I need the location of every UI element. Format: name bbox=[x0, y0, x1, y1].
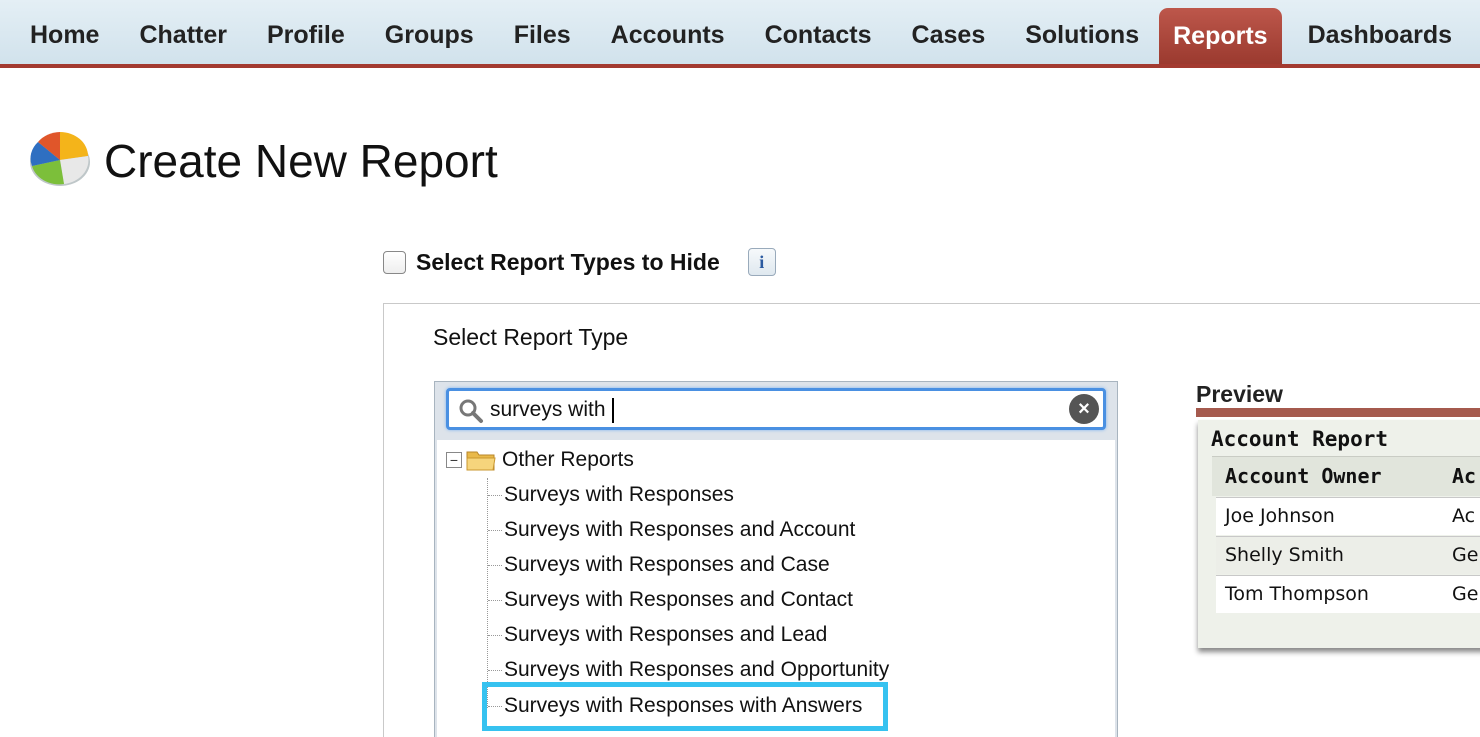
tree-item-label: Surveys with Responses and Opportunity bbox=[504, 658, 890, 681]
hide-report-types-label: Select Report Types to Hide bbox=[416, 248, 720, 275]
folder-icon bbox=[466, 451, 496, 471]
highlight-box bbox=[482, 682, 888, 731]
preview-report-name: Account Report bbox=[1211, 427, 1389, 451]
tree-item-label: Surveys with Responses and Account bbox=[504, 518, 856, 541]
tree-item-label: Surveys with Responses and Lead bbox=[504, 623, 828, 646]
preview-cell: Joe Johnson bbox=[1225, 505, 1335, 527]
tab-contacts[interactable]: Contacts bbox=[745, 8, 892, 62]
tab-profile[interactable]: Profile bbox=[247, 8, 365, 62]
preview-cell: Ac bbox=[1452, 505, 1476, 527]
tree-item[interactable]: Surveys with Responses and Account bbox=[488, 515, 855, 545]
nav-tabs: Home Chatter Profile Groups Files Accoun… bbox=[0, 8, 1472, 64]
tree-item-label: Surveys with Responses bbox=[504, 483, 734, 506]
tab-cases[interactable]: Cases bbox=[892, 8, 1006, 62]
preview-column-header: Ac bbox=[1452, 464, 1477, 488]
preview-cell: Tom Thompson bbox=[1225, 583, 1369, 605]
text-caret bbox=[612, 398, 614, 423]
tab-chatter[interactable]: Chatter bbox=[119, 8, 247, 62]
tab-groups[interactable]: Groups bbox=[365, 8, 494, 62]
preview-cell: Shelly Smith bbox=[1225, 544, 1344, 566]
preview-cell: Ge bbox=[1452, 544, 1479, 566]
collapse-icon[interactable]: − bbox=[446, 452, 462, 468]
report-pie-chart-icon bbox=[30, 132, 90, 186]
tree-item[interactable]: Surveys with Responses and Contact bbox=[488, 585, 853, 615]
preview-title: Preview bbox=[1196, 381, 1283, 407]
search-input[interactable] bbox=[490, 395, 1050, 425]
tab-solutions[interactable]: Solutions bbox=[1005, 8, 1159, 62]
search-icon bbox=[459, 399, 483, 423]
tab-reports[interactable]: Reports bbox=[1159, 8, 1282, 64]
preview-column-header: Account Owner bbox=[1225, 464, 1382, 488]
tree-folder-label: Other Reports bbox=[502, 448, 634, 471]
preview-cell: Ge bbox=[1452, 583, 1479, 605]
hide-report-types-checkbox[interactable] bbox=[383, 250, 406, 274]
tree-folder-other-reports[interactable]: − Other Reports bbox=[446, 446, 634, 474]
top-navigation-bar: Home Chatter Profile Groups Files Accoun… bbox=[0, 0, 1480, 68]
tree-item[interactable]: Surveys with Responses and Opportunity bbox=[488, 655, 889, 685]
preview-divider bbox=[1196, 408, 1480, 417]
select-report-type-label: Select Report Type bbox=[433, 324, 629, 350]
tree-item[interactable]: Surveys with Responses and Lead bbox=[488, 620, 827, 650]
tree-item[interactable]: Surveys with Responses bbox=[488, 480, 734, 510]
tree-item[interactable]: Surveys with Responses and Case bbox=[488, 550, 830, 580]
page-title: Create New Report bbox=[104, 135, 498, 187]
tab-dashboards[interactable]: Dashboards bbox=[1288, 8, 1472, 62]
tab-accounts[interactable]: Accounts bbox=[591, 8, 745, 62]
info-icon[interactable]: i bbox=[747, 248, 776, 276]
tree-item-label: Surveys with Responses and Case bbox=[504, 553, 830, 576]
hide-report-types-row: Select Report Types to Hide i bbox=[383, 247, 776, 277]
tab-files[interactable]: Files bbox=[494, 8, 591, 62]
tab-home[interactable]: Home bbox=[0, 8, 119, 62]
clear-icon[interactable]: × bbox=[1069, 394, 1099, 424]
tree-item-label: Surveys with Responses and Contact bbox=[504, 588, 854, 611]
